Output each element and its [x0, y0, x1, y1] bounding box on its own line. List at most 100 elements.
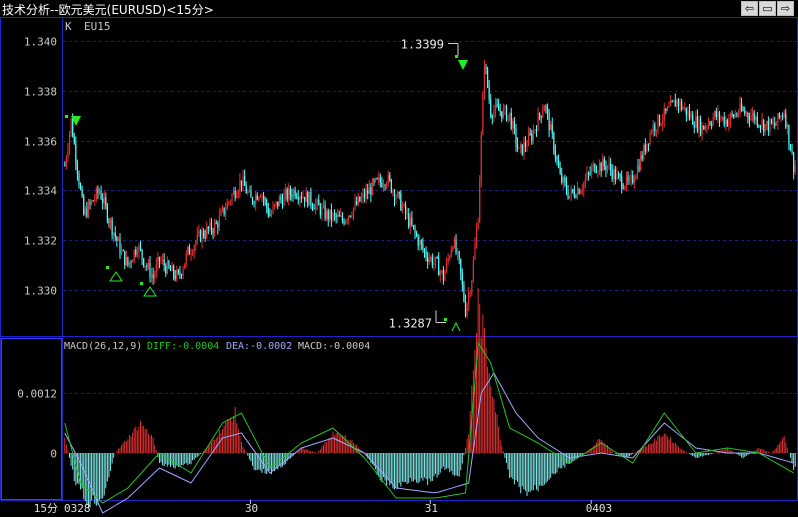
candle	[471, 280, 473, 297]
candle	[605, 160, 607, 178]
candle	[688, 103, 691, 121]
candle	[516, 137, 519, 153]
candle	[493, 104, 495, 123]
candle	[752, 106, 754, 123]
candle	[791, 143, 793, 155]
candle	[340, 208, 342, 218]
candle	[685, 107, 687, 122]
candle	[160, 256, 162, 264]
candle	[68, 131, 71, 156]
candle	[766, 120, 768, 130]
candle	[458, 250, 460, 265]
candle	[154, 270, 156, 284]
candle	[614, 165, 616, 185]
candle	[376, 177, 378, 180]
candle	[515, 123, 517, 152]
candle	[367, 183, 369, 200]
candle	[597, 169, 599, 178]
candle	[113, 232, 115, 243]
candle	[209, 217, 211, 232]
candle	[551, 117, 553, 139]
candle	[539, 112, 541, 121]
candle	[485, 64, 487, 75]
candle	[414, 224, 416, 240]
chart-area[interactable]: 1.340 1.338 1.336 1.334 1.332 1.330 K EU15 1.…	[0, 0, 798, 517]
candle	[722, 116, 724, 121]
diff-line[interactable]	[64, 341, 794, 504]
candle	[666, 105, 669, 112]
candle	[655, 129, 657, 138]
candle	[234, 186, 236, 202]
candle	[512, 118, 514, 135]
candle	[660, 122, 662, 127]
candle	[338, 210, 340, 217]
candle	[417, 233, 419, 251]
candle	[638, 158, 640, 173]
candle	[469, 289, 471, 298]
candle	[425, 246, 427, 262]
period-label[interactable]: 15分	[34, 502, 58, 515]
candle	[220, 207, 222, 217]
candle	[780, 114, 782, 123]
candle	[146, 263, 148, 271]
candle	[397, 190, 399, 198]
high-value-label: 1.3399	[401, 38, 444, 52]
buy-signal-icon	[451, 321, 461, 332]
candle	[703, 125, 705, 130]
candle	[649, 129, 651, 146]
candle	[513, 116, 516, 135]
candle	[135, 246, 137, 258]
candle	[707, 117, 710, 130]
candle	[581, 183, 583, 196]
candle	[215, 219, 217, 225]
candle	[176, 265, 178, 283]
candle	[190, 248, 192, 261]
candle	[472, 255, 474, 283]
candle	[195, 240, 197, 251]
candle	[127, 256, 129, 268]
candle	[89, 199, 91, 210]
candlestick-series[interactable]	[64, 59, 796, 319]
candle	[578, 187, 580, 195]
candle	[524, 135, 527, 153]
candle	[461, 268, 463, 292]
candle	[518, 147, 520, 149]
candle	[316, 197, 318, 211]
candle	[223, 207, 225, 217]
candle	[598, 159, 601, 176]
candle	[318, 194, 320, 206]
candle	[591, 163, 593, 179]
candle	[663, 102, 665, 128]
candle	[684, 102, 686, 112]
candle	[258, 196, 260, 203]
candle	[734, 109, 736, 118]
y-tick-label: 1.334	[24, 185, 57, 198]
candle	[584, 173, 586, 188]
candle	[158, 256, 161, 269]
y-tick-label: 0	[50, 448, 57, 461]
candle	[668, 101, 670, 109]
candle	[687, 106, 689, 121]
candle	[379, 173, 381, 188]
candle	[789, 143, 792, 152]
candle	[356, 196, 358, 206]
candle	[106, 202, 108, 224]
candle	[714, 110, 716, 120]
candle	[537, 107, 539, 132]
candle	[477, 217, 479, 230]
candle	[373, 177, 375, 187]
y-tick-label: 1.336	[24, 136, 57, 149]
candle	[136, 246, 138, 258]
candle	[374, 177, 377, 183]
candle	[141, 248, 143, 266]
candle	[155, 257, 157, 279]
candle	[204, 229, 206, 242]
candle	[346, 217, 348, 225]
candle	[92, 199, 94, 202]
candle	[95, 186, 97, 203]
candle	[755, 115, 757, 125]
candle	[264, 196, 266, 206]
candle	[319, 202, 321, 219]
candle	[109, 217, 112, 230]
candle	[681, 98, 683, 112]
